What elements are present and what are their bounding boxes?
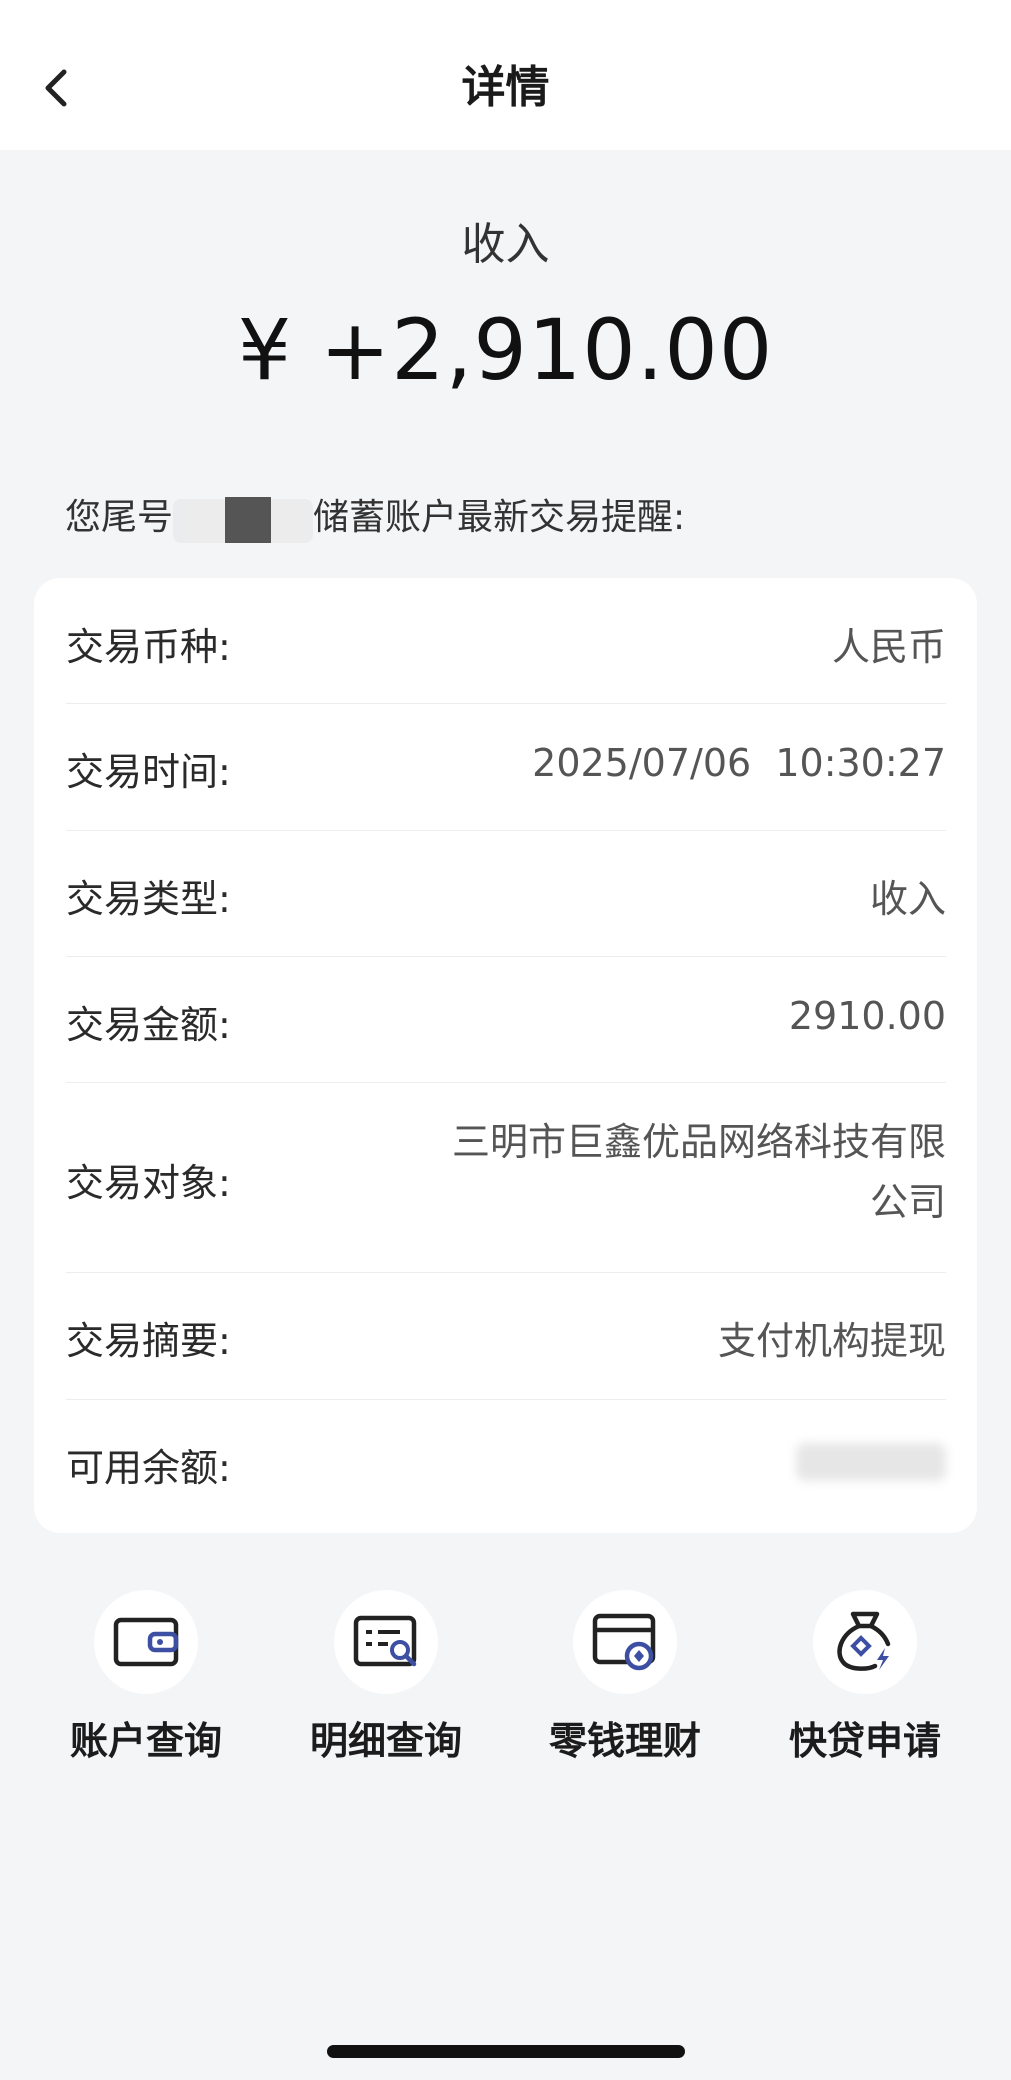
transaction-type-heading: 收入 xyxy=(461,219,550,270)
action-label: 快贷申请 xyxy=(788,1719,941,1763)
detail-label: 交易摘要: xyxy=(66,1319,231,1363)
home-indicator[interactable] xyxy=(327,2045,685,2058)
detail-value: 人民币 xyxy=(831,625,946,669)
action-label: 明细查询 xyxy=(309,1719,462,1763)
detail-value: 2025/07/06 10:30:27 xyxy=(532,741,946,785)
detail-label: 交易时间: xyxy=(66,750,231,794)
detail-row-type: 交易类型: 收入 xyxy=(66,830,946,957)
blurred-balance-value xyxy=(796,1443,946,1490)
detail-row-summary: 交易摘要: 支付机构提现 xyxy=(66,1272,946,1400)
statement-inquiry-button[interactable]: 明细查询 xyxy=(266,1590,506,1790)
quick-actions: 账户查询 明细查询 零钱理财 快贷申请 xyxy=(0,1590,1011,1790)
card-coin-icon xyxy=(592,1613,656,1671)
quick-loan-button[interactable]: 快贷申请 xyxy=(745,1590,985,1790)
money-bag-bolt-icon xyxy=(837,1611,891,1671)
detail-label: 交易类型: xyxy=(66,877,231,921)
action-label: 账户查询 xyxy=(69,1719,222,1763)
detail-label: 交易币种: xyxy=(66,625,231,669)
detail-row-balance: 可用余额: xyxy=(66,1399,946,1529)
detail-value: 2910.00 xyxy=(788,994,946,1038)
change-wealth-button[interactable]: 零钱理财 xyxy=(505,1590,745,1790)
action-label: 零钱理财 xyxy=(548,1719,701,1763)
account-inquiry-button[interactable]: 账户查询 xyxy=(26,1590,266,1790)
transaction-detail-card: 交易币种: 人民币 交易时间: 2025/07/06 10:30:27 交易类型… xyxy=(34,578,977,1533)
detail-value: 支付机构提现 xyxy=(717,1319,946,1363)
notice-prefix: 您尾号 xyxy=(65,497,174,538)
top-bar: 详情 xyxy=(0,0,1011,150)
detail-row-amount: 交易金额: 2910.00 xyxy=(66,956,946,1083)
notice-suffix: 储蓄账户最新交易提醒: xyxy=(313,497,686,538)
page-title: 详情 xyxy=(461,62,550,113)
detail-label: 交易对象: xyxy=(66,1161,231,1205)
statement-search-icon xyxy=(353,1615,417,1667)
detail-label: 可用余额: xyxy=(66,1446,231,1490)
transaction-amount: ¥ +2,910.00 xyxy=(237,301,774,399)
detail-value: 三明市巨鑫优品网络科技有限公司 xyxy=(451,1120,946,1224)
detail-row-time: 交易时间: 2025/07/06 10:30:27 xyxy=(66,703,946,831)
redacted-account-number xyxy=(173,495,314,543)
detail-label: 交易金额: xyxy=(66,1003,231,1047)
detail-value: 收入 xyxy=(869,877,946,921)
detail-row-counterparty: 交易对象: 三明市巨鑫优品网络科技有限公司 xyxy=(66,1082,946,1273)
account-notice: 您尾号 储蓄账户最新交易提醒: xyxy=(65,488,965,548)
detail-row-currency: 交易币种: 人民币 xyxy=(66,578,946,704)
wallet-icon xyxy=(113,1617,179,1667)
